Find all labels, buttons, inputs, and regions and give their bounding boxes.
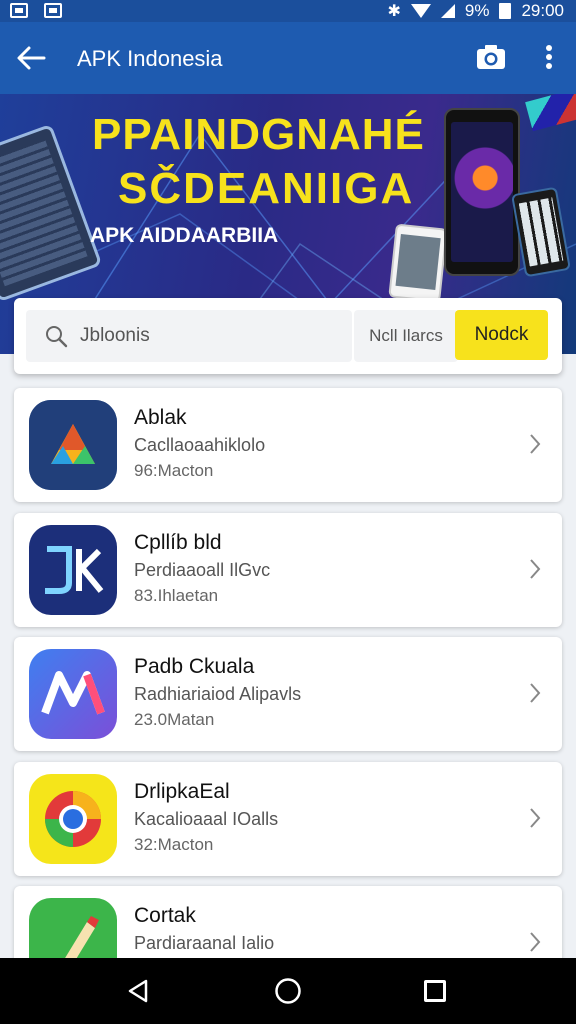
chevron-right-icon <box>530 808 541 828</box>
app-name: Cpllíb bld <box>134 531 222 554</box>
wifi-icon <box>410 4 431 18</box>
battery-percent: 9% <box>464 1 490 20</box>
notification-icons <box>10 3 62 18</box>
jk-logo-icon <box>29 525 117 615</box>
banner-title-line2: SČDEANIIGA <box>118 164 415 213</box>
chevron-right-icon <box>530 932 541 952</box>
app-list-item[interactable]: DrlipkaEal Kacalioaaal IOalls 32:Macton <box>14 762 562 876</box>
app-size: 83.Ihlaetan <box>134 586 219 605</box>
app-icon <box>29 649 117 739</box>
sd-card-notification-icon <box>44 3 62 18</box>
more-options-button[interactable] <box>538 40 560 74</box>
nav-recents-icon[interactable] <box>424 980 446 1002</box>
status-time: 29:00 <box>521 1 564 20</box>
app-size: 23.0Matan <box>134 710 215 729</box>
search-input[interactable] <box>80 324 340 348</box>
app-description: Radhiariaiod Alipavls <box>134 684 302 704</box>
system-navigation-bar <box>0 958 576 1024</box>
smartphone-illustration <box>444 108 520 276</box>
search-card: Ncll Ilarcs Nodck <box>14 298 562 374</box>
app-size: 96:Macton <box>134 461 214 480</box>
status-bar: ✱ 9% 29:00 <box>0 0 576 22</box>
app-icon <box>29 525 117 615</box>
battery-icon <box>499 3 512 19</box>
image-notification-icon <box>10 3 28 18</box>
bluetooth-icon: ✱ <box>387 3 401 20</box>
chevron-right-icon <box>530 683 541 703</box>
app-description: Kacalioaaal IOalls <box>134 809 279 829</box>
chevron-right-icon <box>530 434 541 454</box>
app-bar: APK Indonesia <box>0 22 576 94</box>
white-phone-illustration <box>388 223 448 303</box>
app-name: Cortak <box>134 904 196 927</box>
triangle-logo-icon <box>29 400 117 490</box>
more-vert-icon <box>546 45 552 69</box>
chrome-like-logo-icon <box>29 774 117 864</box>
app-icon <box>29 400 117 490</box>
m-logo-icon <box>29 649 117 739</box>
app-description: Pardiaraanal Ialio <box>134 933 275 953</box>
app-size: 32:Macton <box>134 835 214 854</box>
filter-button[interactable]: Ncll Ilarcs <box>354 310 458 362</box>
signal-icon <box>440 4 455 18</box>
banner-subtitle: APK AIDDAARBIIA <box>90 224 279 247</box>
search-box[interactable] <box>26 310 352 362</box>
app-name: Padb Ckuala <box>134 655 255 678</box>
chevron-right-icon <box>530 559 541 579</box>
camera-icon <box>477 45 505 69</box>
nav-home-icon[interactable] <box>274 977 302 1005</box>
app-list-item[interactable]: Padb Ckuala Radhiariaiod Alipavls 23.0Ma… <box>14 637 562 751</box>
camera-button[interactable] <box>474 40 508 74</box>
banner-title-line1: PPAINDGNAHÉ <box>92 110 425 159</box>
search-button[interactable]: Nodck <box>455 310 548 360</box>
app-icon <box>29 774 117 864</box>
page-title: APK Indonesia <box>77 46 223 71</box>
app-name: DrlipkaEal <box>134 780 230 803</box>
app-description: Perdiaaoall IlGvc <box>134 560 271 580</box>
back-button[interactable] <box>14 42 48 74</box>
app-list-item[interactable]: Cpllíb bld Perdiaaoall IlGvc 83.Ihlaetan <box>14 513 562 627</box>
search-icon <box>46 326 68 348</box>
status-indicators: ✱ 9% 29:00 <box>387 1 564 21</box>
nav-back-icon[interactable] <box>126 978 150 1004</box>
app-description: Cacllaoaahiklolo <box>134 435 266 455</box>
app-list-item[interactable]: Ablak Cacllaoaahiklolo 96:Macton <box>14 388 562 502</box>
app-name: Ablak <box>134 406 187 429</box>
arrow-left-icon <box>17 46 46 70</box>
